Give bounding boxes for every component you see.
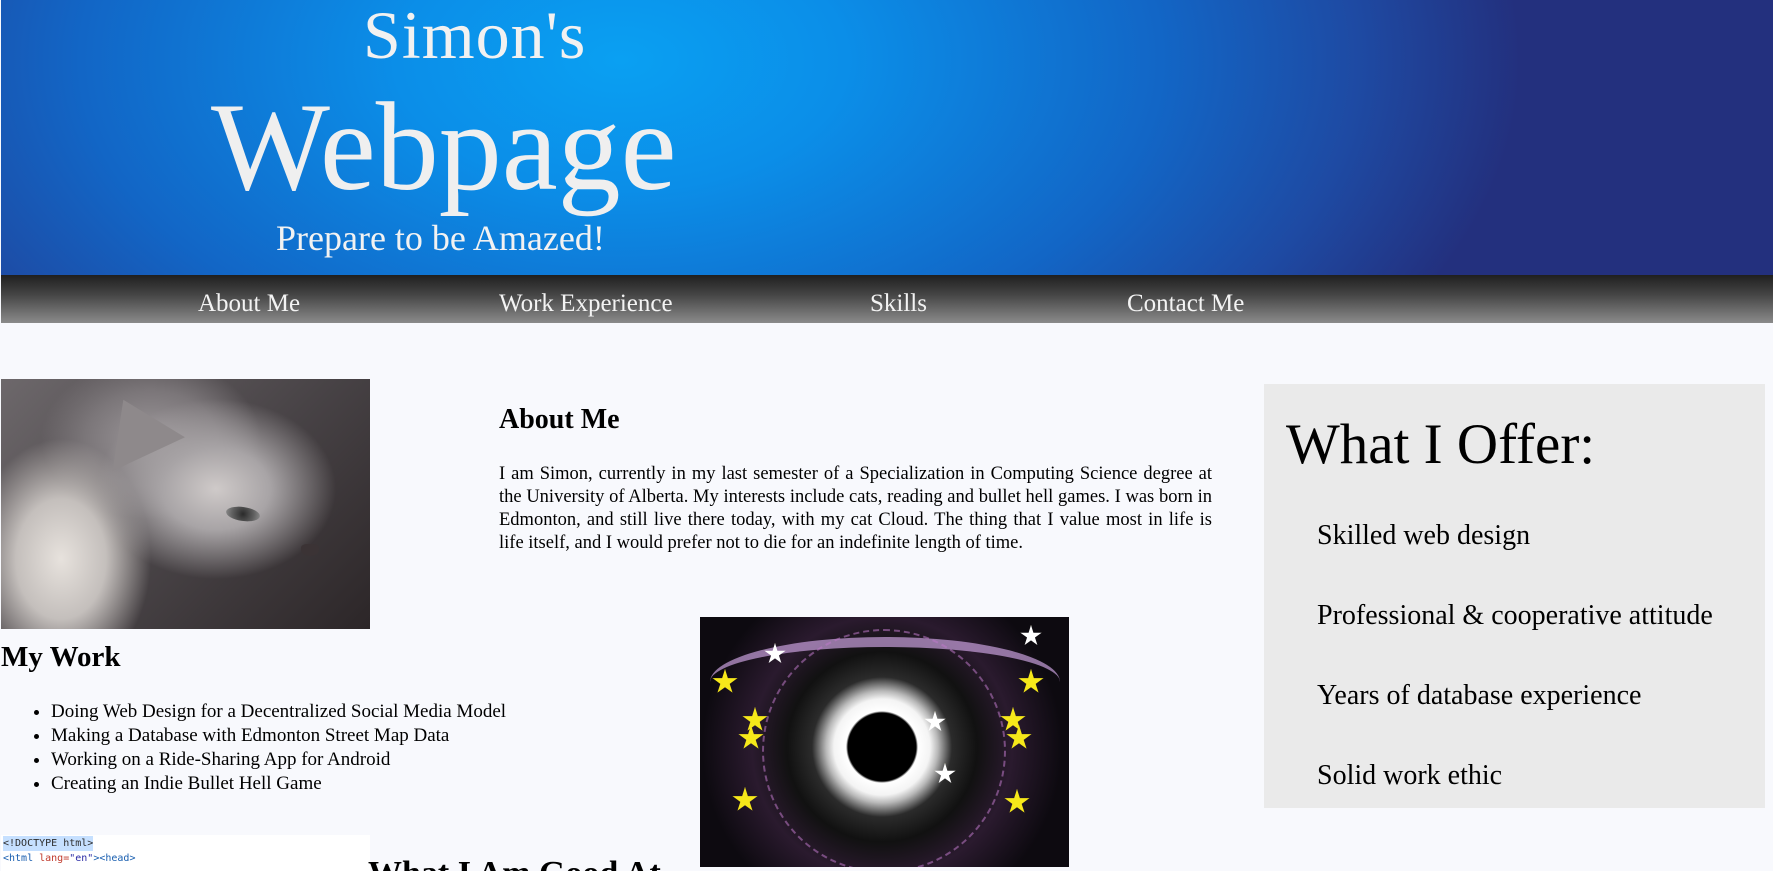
about-me-heading: About Me (499, 404, 620, 435)
star-bullet-white (1020, 625, 1042, 646)
list-item: Creating an Indie Bullet Hell Game (51, 772, 506, 796)
offer-item: Professional & cooperative attitude (1317, 600, 1713, 631)
code-line-html: <html lang="en"><head> (3, 851, 368, 866)
code-tag-rest: ><head> (93, 853, 136, 864)
site-tagline: Prepare to be Amazed! (276, 218, 605, 258)
code-line-doctype: <!DOCTYPE html> (3, 836, 94, 851)
offer-panel: What I Offer: Skilled web design Profess… (1264, 384, 1765, 808)
game-bullet-ring (762, 629, 1006, 867)
nav-link-skills[interactable]: Skills (870, 291, 927, 316)
game-screenshot (700, 617, 1069, 867)
code-tag: <html (3, 853, 40, 864)
about-me-paragraph: I am Simon, currently in my last semeste… (499, 464, 1212, 553)
cut-off-heading: What I Am Good At (368, 857, 661, 871)
site-header: Simon's Webpage Prepare to be Amazed! (1, 0, 1773, 275)
code-value: "en" (69, 853, 94, 864)
nav-link-contact-me[interactable]: Contact Me (1127, 291, 1244, 316)
offer-item: Solid work ethic (1317, 760, 1503, 791)
offer-heading: What I Offer: (1286, 413, 1596, 476)
site-title-main: Webpage (211, 78, 677, 217)
code-snippet: <!DOCTYPE html> <html lang="en"><head> (1, 835, 370, 871)
my-work-list: Doing Web Design for a Decentralized Soc… (1, 700, 506, 796)
my-work-heading: My Work (1, 641, 121, 673)
nav-bar: About Me Work Experience Skills Contact … (1, 275, 1773, 323)
list-item: Making a Database with Edmonton Street M… (51, 724, 506, 748)
star-bullet (1006, 725, 1032, 749)
list-item: Working on a Ride-Sharing App for Androi… (51, 748, 506, 772)
star-bullet (1004, 789, 1030, 813)
nav-link-about-me[interactable]: About Me (198, 291, 300, 316)
nav-link-work-experience[interactable]: Work Experience (499, 291, 673, 316)
cat-eye-shape (225, 504, 261, 524)
code-attr: lang= (39, 853, 70, 864)
star-bullet (738, 725, 764, 749)
cat-nose-shape (301, 544, 319, 556)
page: Simon's Webpage Prepare to be Amazed! Ab… (0, 0, 1773, 871)
offer-item: Skilled web design (1317, 520, 1531, 551)
cat-ear-shape (87, 382, 185, 472)
star-bullet (732, 787, 758, 811)
site-title-top: Simon's (363, 0, 587, 73)
cat-photo (1, 379, 370, 629)
list-item: Doing Web Design for a Decentralized Soc… (51, 700, 506, 724)
offer-item: Years of database experience (1317, 680, 1642, 711)
